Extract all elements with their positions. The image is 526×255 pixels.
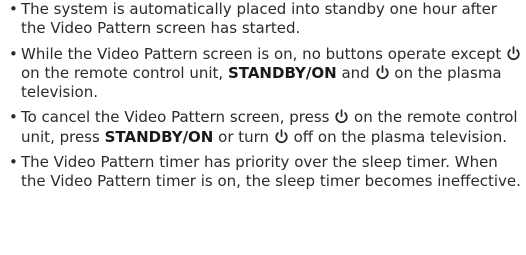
power-icon [375, 65, 390, 80]
note-text: off on the plasma television. [293, 127, 507, 146]
note-text: on the remote control unit, [21, 63, 224, 82]
standby-on-button-label: STANDBY/ON [227, 63, 337, 82]
power-icon [274, 129, 289, 144]
page: { "bullet_symbol": "•", "power_icon": "p… [0, 0, 526, 255]
bullet: • [9, 44, 18, 63]
bullet: • [9, 108, 18, 127]
note-text: While the Video Pattern screen is on, no… [21, 44, 502, 63]
notes-list: • The system is automatically placed int… [9, 0, 523, 192]
note-text: To cancel the Video Pattern screen, pres… [21, 108, 330, 127]
power-icon [506, 45, 521, 61]
power-icon [334, 109, 349, 124]
note-item-buttons-disabled: • While the Video Pattern screen is on, … [9, 45, 523, 103]
note-text: The Video Pattern timer has priority ove… [21, 153, 521, 191]
standby-on-button-label: STANDBY/ON [104, 127, 214, 146]
note-text: or turn [218, 127, 270, 146]
note-text: The system is automatically placed into … [21, 0, 497, 38]
note-item-standby: • The system is automatically placed int… [9, 0, 523, 39]
bullet: • [9, 0, 18, 18]
note-text: and [341, 63, 370, 82]
note-item-timer-priority: • The Video Pattern timer has priority o… [9, 153, 523, 192]
note-item-cancel: • To cancel the Video Pattern screen, pr… [9, 108, 523, 147]
bullet: • [9, 153, 18, 172]
